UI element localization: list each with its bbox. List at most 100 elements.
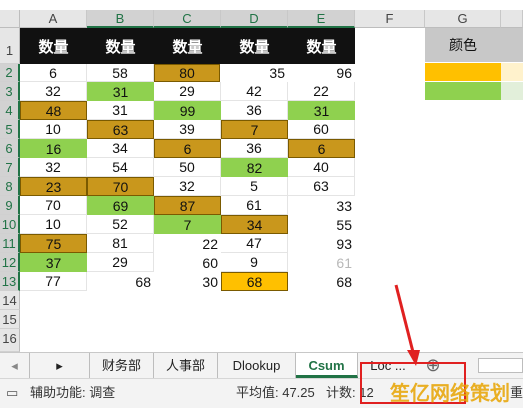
column-header-c[interactable]: C <box>154 10 221 28</box>
cell-c12[interactable]: 60 <box>154 253 221 272</box>
cell-c3[interactable]: 29 <box>154 82 221 101</box>
cell-d10[interactable]: 34 <box>221 215 288 234</box>
cell-b5[interactable]: 63 <box>87 120 154 139</box>
cell-d4[interactable]: 36 <box>221 101 288 120</box>
cell-c10[interactable]: 7 <box>154 215 221 234</box>
select-all-corner[interactable] <box>0 10 20 28</box>
cell-d9[interactable]: 61 <box>221 196 288 215</box>
cell-a6[interactable]: 16 <box>20 139 87 158</box>
cell-a4[interactable]: 48 <box>20 101 87 120</box>
cell-b13[interactable]: 68 <box>87 272 154 291</box>
row-header-9[interactable]: 9 <box>0 196 20 215</box>
row-header-8[interactable]: 8 <box>0 177 20 196</box>
tab-hr[interactable]: 人事部 <box>154 353 218 378</box>
row-header-11[interactable]: 11 <box>0 234 20 253</box>
horizontal-scrollbar[interactable] <box>478 358 523 373</box>
cell-c13[interactable]: 30 <box>154 272 221 291</box>
tab-scroll-next-button[interactable]: ▸ <box>30 353 90 378</box>
cell-c7[interactable]: 50 <box>154 158 221 177</box>
cell-e1[interactable]: 数量 <box>288 28 355 64</box>
tab-dlookup[interactable]: Dlookup <box>218 353 296 378</box>
row-header-14[interactable]: 14 <box>0 291 20 310</box>
column-header-e[interactable]: E <box>288 10 355 28</box>
row-header-1[interactable]: 1 <box>0 28 20 64</box>
cell-c2[interactable]: 80 <box>154 64 220 82</box>
cell-e5[interactable]: 60 <box>288 120 355 139</box>
cell-a2[interactable]: 6 <box>20 64 87 82</box>
column-header-f[interactable]: F <box>355 10 425 28</box>
cell-e3[interactable]: 22 <box>288 82 355 101</box>
column-header-g[interactable]: G <box>425 10 501 28</box>
cell-a13[interactable]: 77 <box>20 272 87 291</box>
row-header-15[interactable]: 15 <box>0 310 20 329</box>
cell-h3[interactable] <box>501 82 523 100</box>
cell-c11[interactable]: 22 <box>154 234 221 253</box>
cell-a12[interactable]: 37 <box>20 253 87 272</box>
row-header-6[interactable]: 6 <box>0 139 20 158</box>
cell-b6[interactable]: 34 <box>87 139 154 158</box>
cell-b11[interactable]: 81 <box>87 234 154 253</box>
cell-d3[interactable]: 42 <box>221 82 288 101</box>
row-header-13[interactable]: 13 <box>0 272 20 291</box>
tab-finance[interactable]: 财务部 <box>90 353 154 378</box>
cell-d5[interactable]: 7 <box>221 120 288 139</box>
cell-d11[interactable]: 47 <box>221 234 288 253</box>
cell-b7[interactable]: 54 <box>87 158 154 177</box>
cell-d12[interactable]: 9 <box>221 253 288 272</box>
column-header-h[interactable] <box>501 10 523 28</box>
color-swatch-green[interactable] <box>425 82 501 100</box>
tab-scroll-prev-button[interactable]: ◂ <box>0 353 30 378</box>
cell-a3[interactable]: 32 <box>20 82 87 101</box>
cell-a10[interactable]: 10 <box>20 215 87 234</box>
cell-b8[interactable]: 70 <box>87 177 154 196</box>
cell-h1[interactable] <box>501 28 523 62</box>
cell-e6[interactable]: 6 <box>288 139 355 158</box>
row-header-10[interactable]: 10 <box>0 215 20 234</box>
row-header-4[interactable]: 4 <box>0 101 20 120</box>
cell-b3[interactable]: 31 <box>87 82 154 101</box>
cell-e9[interactable]: 33 <box>288 196 355 215</box>
row-header-16[interactable]: 16 <box>0 329 20 352</box>
cell-b2[interactable]: 58 <box>87 64 154 82</box>
column-header-d[interactable]: D <box>221 10 288 28</box>
cell-c1[interactable]: 数量 <box>154 28 221 64</box>
cell-c9[interactable]: 87 <box>154 196 221 215</box>
cell-a5[interactable]: 10 <box>20 120 87 139</box>
cell-h2[interactable] <box>501 63 523 81</box>
cell-e12[interactable]: 61 <box>288 253 355 272</box>
cell-d6[interactable]: 36 <box>221 139 288 158</box>
tab-csum[interactable]: Csum <box>296 353 358 378</box>
cell-e4[interactable]: 31 <box>288 101 355 120</box>
cell-e8[interactable]: 63 <box>288 177 355 196</box>
cell-d1[interactable]: 数量 <box>221 28 288 64</box>
cell-b9[interactable]: 69 <box>87 196 154 215</box>
cell-a7[interactable]: 32 <box>20 158 87 177</box>
cell-d8[interactable]: 5 <box>221 177 288 196</box>
cell-e11[interactable]: 93 <box>288 234 355 253</box>
cell-a11[interactable]: 75 <box>20 234 87 253</box>
cell-a8[interactable]: 23 <box>20 177 87 196</box>
cell-e10[interactable]: 55 <box>288 215 355 234</box>
cell-a9[interactable]: 70 <box>20 196 87 215</box>
cell-g1[interactable]: 颜色 <box>425 28 501 62</box>
row-header-12[interactable]: 12 <box>0 253 20 272</box>
cell-e13[interactable]: 68 <box>288 272 355 291</box>
cell-b12[interactable]: 29 <box>87 253 154 272</box>
cell-d7[interactable]: 82 <box>221 158 288 177</box>
cell-e7[interactable]: 40 <box>288 158 355 177</box>
column-header-b[interactable]: B <box>87 10 154 28</box>
row-header-7[interactable]: 7 <box>0 158 20 177</box>
accessibility-status[interactable]: 辅助功能: 调查 <box>30 379 115 409</box>
row-header-5[interactable]: 5 <box>0 120 20 139</box>
cell-c4[interactable]: 99 <box>154 101 221 120</box>
row-header-3[interactable]: 3 <box>0 82 20 101</box>
cell-c8[interactable]: 32 <box>154 177 221 196</box>
cell-c5[interactable]: 39 <box>154 120 221 139</box>
cell-b10[interactable]: 52 <box>87 215 154 234</box>
spreadsheet-grid[interactable]: A B C D E F G 1 2 3 4 5 6 7 8 9 10 11 12… <box>0 0 523 352</box>
cell-d13[interactable]: 68 <box>221 272 288 291</box>
color-swatch-yellow[interactable] <box>425 63 501 81</box>
cell-a1[interactable]: 数量 <box>20 28 87 64</box>
cell-b1[interactable]: 数量 <box>87 28 154 64</box>
cell-d2[interactable]: 35 <box>221 64 288 82</box>
